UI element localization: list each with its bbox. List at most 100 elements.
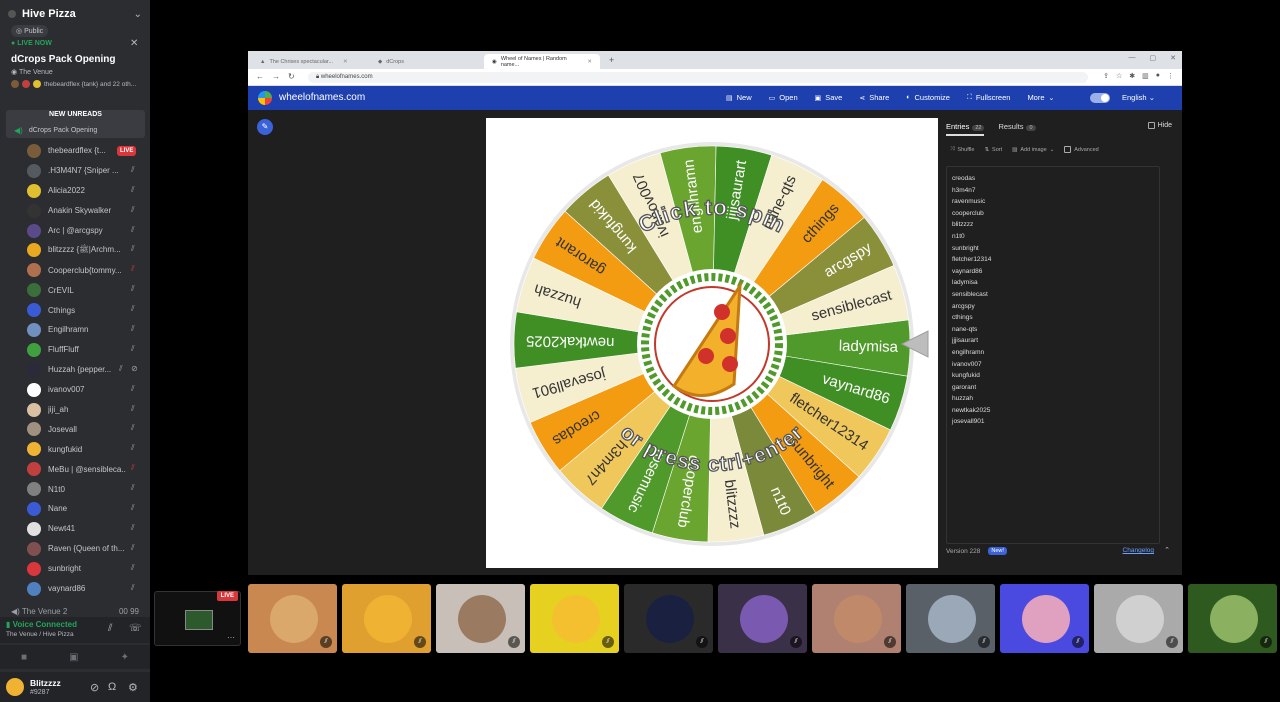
voice-member[interactable]: thebeardflex {t... LIVE (0, 141, 150, 161)
voice-member[interactable]: .H3M4N7 {Sniper ... ⫽ (0, 161, 150, 181)
self-stream-tile[interactable]: LIVE ··· (154, 591, 241, 646)
site-name[interactable]: wheelofnames.com (279, 92, 365, 103)
user-name[interactable]: Blitzzzz (30, 678, 61, 688)
voice-member[interactable]: Alicia2022 ⫽ (0, 181, 150, 201)
voice-member[interactable]: MeBu | @sensibleca... ⫽ (0, 459, 150, 479)
voice-member[interactable]: N1t0 ⫽ (0, 479, 150, 499)
entries-textarea[interactable]: creodas h3m4n7 ravenmusic cooperclub blitzzz… (946, 166, 1160, 544)
screen-share-icon[interactable]: ▣ (69, 652, 78, 663)
sort-button[interactable]: ⇅ Sort (984, 147, 1002, 153)
chevron-up-icon[interactable]: ⌃ (1164, 546, 1170, 554)
chevron-down-icon[interactable]: ⌄ (134, 9, 142, 20)
avatar[interactable] (6, 678, 24, 696)
tab-results[interactable]: Results 0 (998, 122, 1036, 136)
dark-mode-toggle[interactable] (1090, 93, 1110, 103)
more-icon[interactable]: ··· (227, 633, 235, 642)
menu-share-button[interactable]: ⋖ Share (859, 93, 889, 102)
participant-tile[interactable]: ⫽ (624, 584, 713, 653)
menu-new-button[interactable]: ▤ New (726, 93, 752, 102)
voice-member[interactable]: Newt41 ⫽ (0, 519, 150, 539)
url-input[interactable]: 🔒︎ wheelofnames.com (308, 72, 1088, 83)
changelog-link[interactable]: Changelog (1123, 547, 1154, 554)
new-unreads-banner[interactable]: NEW UNREADS ◀) dCrops Pack Opening (6, 110, 145, 138)
reload-icon[interactable]: ↻ (288, 72, 295, 81)
voice-member[interactable]: blitzzzz {ﷺ|Archm... ⫽ (0, 240, 150, 260)
mic-muted-icon: ⫽ (978, 636, 990, 648)
voice-member[interactable]: CrEVIL ⫽ (0, 280, 150, 300)
voice-member[interactable]: Huzzah {pepper... ⫽ ⊘ (0, 360, 150, 380)
voice-member[interactable]: Arc | @arcgspy ⫽ (0, 221, 150, 241)
voice-member[interactable]: Josevall ⫽ (0, 419, 150, 439)
entry-line: blitzzzz (952, 221, 974, 229)
camera-icon[interactable]: ■ (21, 652, 27, 663)
pencil-icon[interactable]: ✎ (257, 119, 273, 135)
participant-tile[interactable]: ⫽ (248, 584, 337, 653)
browser-tab[interactable]: ▲ The Chrises spectacular... ✕ (252, 54, 368, 69)
back-icon[interactable]: ← (256, 72, 264, 81)
participant-tile[interactable]: ⫽ (1188, 584, 1277, 653)
close-icon[interactable]: ✕ (343, 59, 348, 65)
advanced-checkbox[interactable]: Advanced (1064, 146, 1099, 153)
tab-entries[interactable]: Entries 22 (946, 122, 985, 136)
gear-icon[interactable]: ⚙ (128, 681, 138, 694)
voice-member[interactable]: Anakin Skywalker ⫽ (0, 201, 150, 221)
participant-tile[interactable]: ⫽ (1000, 584, 1089, 653)
voice-member[interactable]: sunbright ⫽ (0, 559, 150, 579)
noise-suppression-icon[interactable]: ⫽ (108, 623, 112, 634)
voice-member[interactable]: Cthings ⫽ (0, 300, 150, 320)
menu-more-button[interactable]: More ⌄ (1027, 93, 1054, 102)
new-tab-icon[interactable]: + (609, 55, 614, 65)
voice-connected-label[interactable]: ▮ Voice Connected (6, 620, 77, 629)
mic-muted-icon[interactable]: ⊘ (90, 681, 99, 694)
menu-customize-button[interactable]: ◐ Customize (906, 93, 950, 102)
participant-tile[interactable]: ⫽ (530, 584, 619, 653)
voice-member[interactable]: Cooperclub{tommy... ⫽ (0, 260, 150, 280)
star-icon[interactable]: ☆ (1116, 72, 1122, 80)
headphones-icon[interactable]: Ω (108, 681, 116, 693)
menu-fullscreen-button[interactable]: ⛶ Fullscreen (967, 93, 1011, 102)
disconnect-icon[interactable]: ☏ (129, 623, 142, 634)
close-icon[interactable]: ✕ (587, 59, 592, 65)
minimize-icon[interactable]: — (1129, 54, 1136, 62)
menu-open-button[interactable]: ▭ Open (769, 93, 798, 102)
close-icon[interactable]: ✕ (130, 38, 138, 49)
wheel-of-names[interactable]: ladymisavaynard86fletcher12314sunbrightn… (486, 118, 938, 568)
activity-icon[interactable]: ✦ (121, 652, 129, 663)
wheel-logo-icon[interactable] (258, 91, 272, 105)
voice-member[interactable]: ivanov007 ⫽ (0, 380, 150, 400)
voice-member[interactable]: Raven {Queen of th... ⫽ (0, 539, 150, 559)
participant-tile[interactable]: ⫽ (1094, 584, 1183, 653)
voice-member[interactable]: FluffFluff ⫽ (0, 340, 150, 360)
channel-the-venue-2[interactable]: ◀) The Venue 2 00 99 (11, 607, 139, 616)
forward-icon[interactable]: → (272, 72, 280, 81)
maximize-icon[interactable]: ▢ (1150, 54, 1157, 62)
wheel-panel[interactable]: ladymisa vaynard86 fletcher12314 sunbright n… (486, 118, 938, 568)
participant-tile[interactable]: ⫽ (718, 584, 807, 653)
extension-icon[interactable]: ✱ (1129, 72, 1135, 80)
participant-tile[interactable]: ⫽ (342, 584, 431, 653)
profile-icon[interactable]: ● (1156, 72, 1160, 80)
voice-location[interactable]: The Venue / Hive Pizza (6, 631, 74, 638)
server-header[interactable]: Hive Pizza ⌄ (0, 0, 150, 28)
close-icon[interactable]: ✕ (1170, 54, 1176, 62)
browser-tab[interactable]: ◆dCrops✕ (370, 54, 491, 69)
unread-channel[interactable]: ◀) dCrops Pack Opening (14, 126, 97, 135)
hide-checkbox[interactable]: Hide (1147, 122, 1172, 129)
menu-save-button[interactable]: ▣ Save (815, 93, 843, 102)
voice-member[interactable]: Nane ⫽ (0, 499, 150, 519)
shuffle-button[interactable]: ⤨ Shuffle (950, 146, 974, 153)
sidebar-icon[interactable]: ▥ (1142, 72, 1149, 80)
event-title[interactable]: dCrops Pack Opening (11, 54, 115, 65)
language-select[interactable]: English ⌄ (1122, 93, 1155, 102)
voice-member[interactable]: kungfukid ⫽ (0, 439, 150, 459)
share-icon[interactable]: ⇪ (1103, 72, 1109, 80)
menu-icon[interactable]: ⋮ (1167, 72, 1174, 80)
participant-tile[interactable]: ⫽ (906, 584, 995, 653)
voice-member[interactable]: vaynard86 ⫽ (0, 579, 150, 599)
browser-tab-active[interactable]: ◉ Wheel of Names | Random name... ✕ (484, 54, 600, 69)
voice-member[interactable]: jiji_ah ⫽ (0, 400, 150, 420)
add-image-button[interactable]: ▨ Add image ⌄ (1012, 147, 1054, 153)
participant-tile[interactable]: ⫽ (436, 584, 525, 653)
voice-member[interactable]: Engilhramn ⫽ (0, 320, 150, 340)
participant-tile[interactable]: ⫽ (812, 584, 901, 653)
